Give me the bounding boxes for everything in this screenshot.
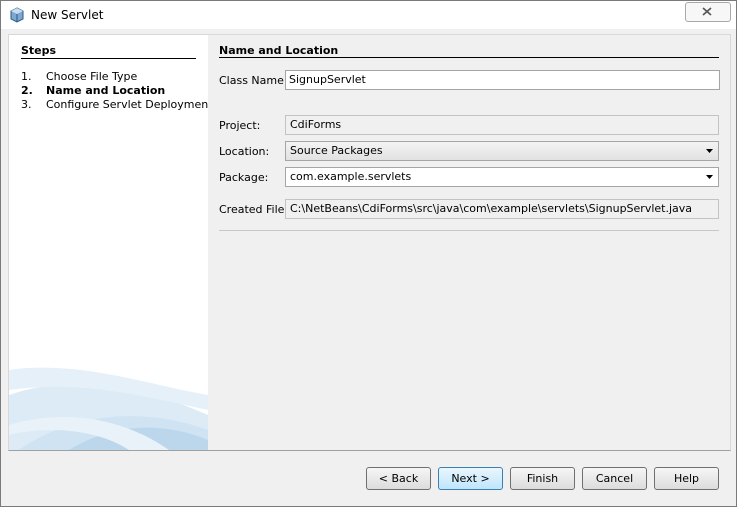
project-label: Project:: [219, 119, 261, 132]
class-name-input[interactable]: SignupServlet: [285, 70, 720, 90]
step-name-and-location: 2. Name and Location: [21, 84, 165, 97]
finish-button[interactable]: Finish: [510, 467, 575, 490]
dialog-body: Steps 1. Choose File Type 2. Name and Loca…: [8, 34, 731, 451]
package-value: com.example.servlets: [290, 170, 412, 183]
cancel-button[interactable]: Cancel: [582, 467, 647, 490]
step-number: 2.: [21, 84, 33, 97]
decorative-swoosh-graphic: [9, 367, 208, 450]
step-number: 3.: [21, 98, 32, 111]
back-button[interactable]: < Back: [366, 467, 431, 490]
package-combobox[interactable]: com.example.servlets: [285, 167, 719, 187]
package-label: Package:: [219, 171, 269, 184]
netbeans-cube-icon: [10, 7, 24, 23]
created-file-field: C:\NetBeans\CdiForms\src\java\com\exampl…: [285, 199, 719, 219]
step-configure-servlet-deployment: 3. Configure Servlet Deployment: [21, 98, 208, 111]
step-label: Configure Servlet Deployment: [46, 98, 208, 111]
location-value: Source Packages: [290, 144, 383, 157]
help-button[interactable]: Help: [654, 467, 719, 490]
steps-panel: Steps 1. Choose File Type 2. Name and Loca…: [9, 35, 208, 450]
step-number: 1.: [21, 70, 32, 83]
step-label: Choose File Type: [46, 70, 138, 83]
steps-heading: Steps: [21, 44, 57, 57]
location-label: Location:: [219, 145, 270, 158]
title-bar[interactable]: New Servlet: [1, 1, 736, 29]
close-icon: [702, 7, 712, 16]
steps-divider: [21, 58, 196, 59]
form-panel: Name and Location Class Name: SignupServ…: [208, 35, 730, 450]
next-button[interactable]: Next >: [438, 467, 503, 490]
form-bottom-divider: [219, 230, 719, 231]
class-name-label: Class Name:: [219, 74, 288, 87]
window-title: New Servlet: [31, 8, 104, 22]
step-label: Name and Location: [46, 84, 166, 97]
dialog-window: New Servlet Steps 1. Choose File Type 2. N…: [0, 0, 737, 507]
chevron-down-icon: [706, 149, 713, 153]
form-heading: Name and Location: [219, 44, 339, 57]
step-choose-file-type: 1. Choose File Type: [21, 70, 137, 83]
project-field: CdiForms: [285, 115, 719, 135]
location-dropdown[interactable]: Source Packages: [285, 141, 719, 161]
close-button[interactable]: [685, 2, 731, 22]
chevron-down-icon: [706, 175, 713, 179]
form-divider: [219, 57, 719, 58]
created-file-label: Created File:: [219, 203, 289, 216]
